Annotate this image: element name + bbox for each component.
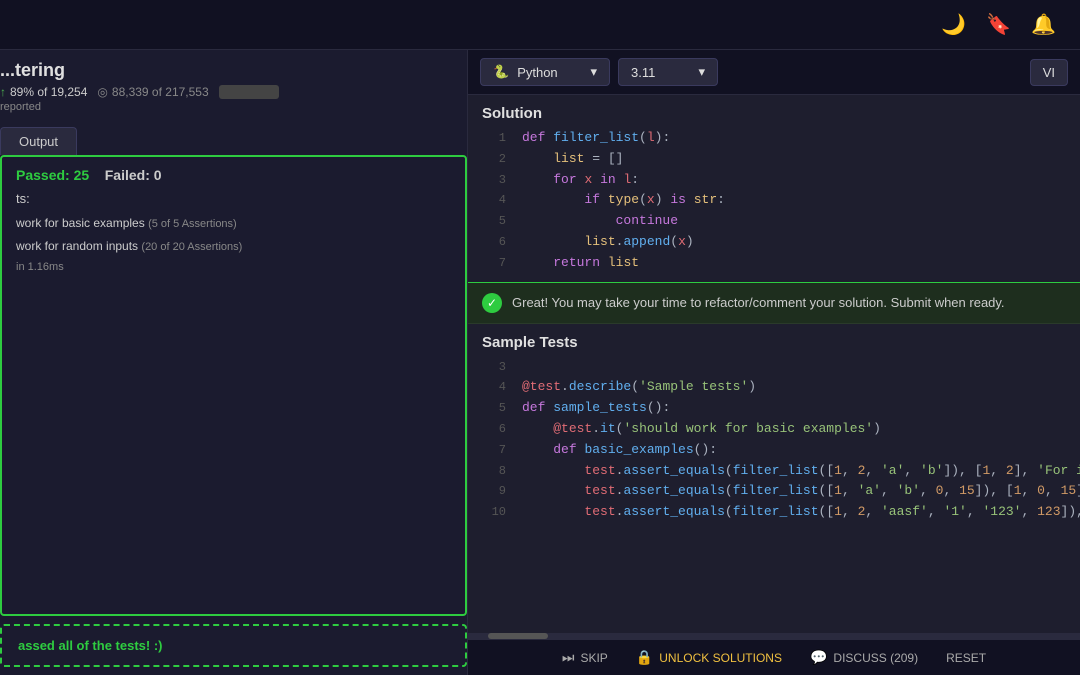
success-icon: ✓: [482, 293, 502, 313]
discuss-icon: 💬: [810, 649, 827, 666]
pass-fail-line: Passed: 25 Failed: 0: [16, 167, 451, 183]
sample-line-7: 7 def basic_examples():: [468, 440, 1080, 461]
code-line-1: 1 def filter_list(l):: [468, 128, 1080, 149]
problem-title: ...tering: [0, 60, 453, 81]
lang-chevron-icon: ▾: [590, 64, 597, 80]
success-message: Great! You may take your time to refacto…: [512, 295, 1005, 310]
lock-icon: 🔒: [636, 649, 653, 666]
solution-code-editor[interactable]: 1 def filter_list(l): 2 list = [] 3 for …: [468, 128, 1080, 282]
solution-title: Solution: [468, 95, 1080, 128]
test2-name: work for random inputs: [16, 239, 138, 253]
code-line-3: 3 for x in l:: [468, 170, 1080, 191]
language-label: Python: [517, 65, 557, 80]
skip-action[interactable]: ⏭ SKIP: [562, 649, 608, 666]
code-line-5: 5 continue: [468, 211, 1080, 232]
code-line-4: 4 if type(x) is str:: [468, 190, 1080, 211]
test-item-2: work for random inputs (20 of 20 Asserti…: [16, 237, 451, 256]
version-select[interactable]: 3.11 ▾: [618, 58, 718, 86]
submissions-meta: ◎ 88,339 of 217,553: [97, 85, 208, 99]
code-line-6: 6 list.append(x): [468, 232, 1080, 253]
problem-meta: ↑ 89% of 19,254 ◎ 88,339 of 217,553: [0, 85, 453, 99]
lang-bar: 🐍 Python ▾ 3.11 ▾ VI: [468, 50, 1080, 95]
discuss-label: DISCUSS (209): [833, 651, 918, 665]
moon-icon[interactable]: 🌙: [941, 12, 966, 37]
discuss-action[interactable]: 💬 DISCUSS (209): [810, 649, 918, 666]
output-tab[interactable]: Output: [0, 127, 77, 155]
version-chevron-icon: ▾: [698, 64, 705, 80]
submissions-value: 88,339 of 217,553: [112, 85, 209, 99]
right-panel: 🐍 Python ▾ 3.11 ▾ VI Solution 1 def filt…: [468, 50, 1080, 675]
sample-line-4: 4 @test.describe('Sample tests'): [468, 377, 1080, 398]
acceptance-value: 89% of 19,254: [10, 85, 87, 99]
reset-label: RESET: [946, 651, 986, 665]
sample-tests-title: Sample Tests: [468, 324, 1080, 357]
acceptance-icon: ↑: [0, 85, 6, 99]
bottom-bar: ⏭ SKIP 🔒 UNLOCK SOLUTIONS 💬 DISCUSS (209…: [468, 639, 1080, 675]
unlock-solutions-label: UNLOCK SOLUTIONS: [659, 651, 782, 665]
tests-label: ts:: [16, 191, 451, 206]
passed-count: Passed: 25: [16, 167, 89, 183]
language-select[interactable]: 🐍 Python ▾: [480, 58, 610, 86]
skip-label: SKIP: [580, 651, 607, 665]
test1-name: work for basic examples: [16, 216, 145, 230]
timing: in 1.16ms: [16, 261, 451, 273]
sample-line-3: 3: [468, 357, 1080, 378]
failed-count: Failed: 0: [105, 167, 162, 183]
passed-box: assed all of the tests! :): [0, 624, 467, 667]
results-area: Passed: 25 Failed: 0 ts: work for basic …: [0, 155, 467, 616]
skip-icon: ⏭: [562, 649, 575, 666]
left-panel: ...tering ↑ 89% of 19,254 ◎ 88,339 of 21…: [0, 50, 468, 675]
test1-assertions: (5 of 5 Assertions): [148, 218, 237, 230]
reported-tag: reported: [0, 101, 453, 113]
test2-assertions: (20 of 20 Assertions): [141, 241, 242, 253]
bookmark-icon[interactable]: 🔖: [986, 12, 1011, 37]
version-label: 3.11: [631, 65, 655, 80]
test-item-1: work for basic examples (5 of 5 Assertio…: [16, 214, 451, 233]
user-avatar: [219, 85, 279, 99]
sample-line-6: 6 @test.it('should work for basic exampl…: [468, 419, 1080, 440]
passed-box-text: assed all of the tests! :): [18, 638, 449, 653]
topbar: 🌙 🔖 🔔: [0, 0, 1080, 50]
sample-line-8: 8 test.assert_equals(filter_list([1, 2, …: [468, 461, 1080, 482]
reset-action[interactable]: RESET: [946, 651, 986, 665]
solution-section: Solution 1 def filter_list(l): 2 list = …: [468, 95, 1080, 282]
main-layout: ...tering ↑ 89% of 19,254 ◎ 88,339 of 21…: [0, 50, 1080, 675]
code-line-7: 7 return list: [468, 253, 1080, 274]
code-line-2: 2 list = []: [468, 149, 1080, 170]
unlock-solutions-action[interactable]: 🔒 UNLOCK SOLUTIONS: [636, 649, 782, 666]
bell-icon[interactable]: 🔔: [1031, 12, 1056, 37]
success-bar: ✓ Great! You may take your time to refac…: [468, 282, 1080, 324]
left-header: ...tering ↑ 89% of 19,254 ◎ 88,339 of 21…: [0, 50, 467, 119]
sample-section: Sample Tests 3 4 @test.describe('Sample …: [468, 324, 1080, 639]
sample-line-10: 10 test.assert_equals(filter_list([1, 2,…: [468, 502, 1080, 523]
sample-line-9: 9 test.assert_equals(filter_list([1, 'a'…: [468, 481, 1080, 502]
sample-tests-editor[interactable]: 3 4 @test.describe('Sample tests') 5 def…: [468, 357, 1080, 633]
acceptance-meta: ↑ 89% of 19,254: [0, 85, 87, 99]
vi-button[interactable]: VI: [1030, 59, 1068, 86]
output-tab-bar: Output: [0, 119, 467, 155]
python-emoji: 🐍: [493, 64, 509, 80]
submissions-icon: ◎: [97, 85, 107, 99]
sample-line-5: 5 def sample_tests():: [468, 398, 1080, 419]
